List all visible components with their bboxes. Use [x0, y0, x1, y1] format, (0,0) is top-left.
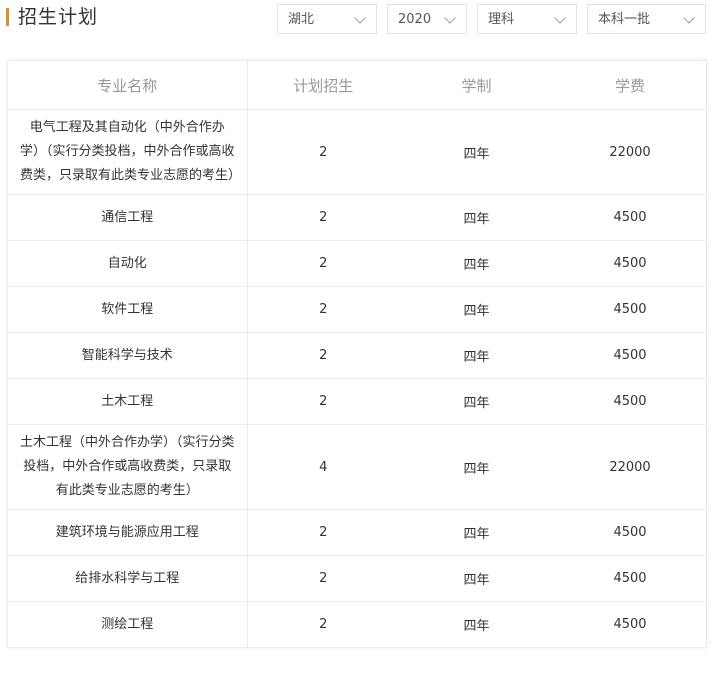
table-row: 软件工程 2 四年 4500	[8, 286, 706, 333]
length-cell: 四年	[399, 240, 554, 287]
table-row: 电气工程及其自动化（中外合作办学）（实行分类投档，中外合作或高收费类，只录取有此…	[8, 109, 706, 195]
enrollment-table: 专业名称 计划招生 学制 学费 电气工程及其自动化（中外合作办学）（实行分类投档…	[7, 60, 707, 648]
plan-cell: 2	[247, 240, 399, 287]
length-cell: 四年	[399, 424, 554, 510]
fee-cell: 4500	[554, 509, 706, 556]
fee-cell: 4500	[613, 617, 647, 632]
length-cell: 四年	[399, 378, 554, 425]
major-cell: 软件工程	[8, 286, 248, 333]
table-row: 给排水科学与工程 2 四年 4500	[8, 555, 706, 602]
plan-cell: 2	[247, 555, 399, 602]
table-row: 土木工程（中外合作办学）（实行分类投档，中外合作或高收费类，只录取有此类专业志愿…	[8, 424, 706, 510]
plan-cell: 2	[247, 509, 399, 556]
length-cell: 四年	[399, 555, 554, 602]
year-select-value: 2020	[398, 12, 432, 27]
table-row: 建筑环境与能源应用工程 2 四年 4500	[8, 509, 706, 556]
major-cell: 通信工程	[8, 194, 248, 241]
fee-cell: 4500	[554, 378, 706, 425]
column-header-major: 专业名称	[8, 61, 248, 110]
table-row: 测绘工程 2 四年 4500	[8, 601, 706, 647]
year-select[interactable]: 2020	[387, 4, 467, 34]
length-cell: 四年	[399, 109, 554, 195]
fee-cell: 22000	[554, 424, 706, 510]
length-cell: 四年	[399, 332, 554, 379]
plan-cell: 2	[247, 332, 399, 379]
major-cell: 测绘工程	[8, 601, 248, 647]
table-row: 土木工程 2 四年 4500	[8, 378, 706, 425]
table-body: 电气工程及其自动化（中外合作办学）（实行分类投档，中外合作或高收费类，只录取有此…	[8, 109, 706, 647]
column-header-length: 学制	[399, 61, 554, 110]
plan-cell: 2	[247, 109, 399, 195]
page-title: 招生计划	[18, 6, 99, 28]
chevron-down-icon	[444, 12, 456, 24]
length-cell: 四年	[399, 194, 554, 241]
batch-select[interactable]: 本科一批	[587, 4, 706, 34]
table-header-row: 专业名称 计划招生 学制 学费	[8, 61, 706, 110]
table-row: 智能科学与技术 2 四年 4500	[8, 332, 706, 379]
fee-cell: 4500	[554, 555, 706, 602]
fee-cell: 22000	[554, 109, 706, 195]
province-select[interactable]: 湖北	[277, 4, 377, 34]
major-cell: 给排水科学与工程	[8, 555, 248, 602]
enrollment-plan-page: 招生计划 湖北 2020 理科 本科一批 专业名称 计划招生 学制 学费 电气工…	[0, 0, 714, 681]
fee-cell: 4500	[554, 332, 706, 379]
chevron-down-icon	[554, 12, 566, 24]
column-header-plan: 计划招生	[247, 61, 399, 110]
plan-cell: 2	[247, 194, 399, 241]
plan-cell: 2	[319, 617, 328, 632]
fee-cell: 4500	[554, 240, 706, 287]
length-cell: 四年	[399, 286, 554, 333]
subject-select-value: 理科	[488, 12, 515, 27]
province-select-value: 湖北	[288, 12, 315, 27]
fee-cell: 4500	[554, 286, 706, 333]
chevron-down-icon	[683, 12, 695, 24]
plan-cell: 4	[247, 424, 399, 510]
major-cell: 土木工程	[8, 378, 248, 425]
major-cell: 建筑环境与能源应用工程	[8, 509, 248, 556]
length-cell: 四年	[399, 509, 554, 556]
column-header-fee: 学费	[554, 61, 706, 110]
major-cell: 自动化	[8, 240, 248, 287]
table-row: 通信工程 2 四年 4500	[8, 194, 706, 241]
major-cell: 电气工程及其自动化（中外合作办学）（实行分类投档，中外合作或高收费类，只录取有此…	[8, 109, 248, 195]
plan-cell: 2	[247, 378, 399, 425]
header: 招生计划 湖北 2020 理科 本科一批	[0, 0, 714, 40]
subject-select[interactable]: 理科	[477, 4, 577, 34]
fee-cell: 4500	[554, 194, 706, 241]
title-accent-bar	[6, 8, 9, 26]
table-row: 自动化 2 四年 4500	[8, 240, 706, 287]
major-cell: 智能科学与技术	[8, 332, 248, 379]
plan-cell: 2	[247, 286, 399, 333]
batch-select-value: 本科一批	[598, 12, 651, 27]
chevron-down-icon	[354, 12, 366, 24]
major-cell: 土木工程（中外合作办学）（实行分类投档，中外合作或高收费类，只录取有此类专业志愿…	[8, 424, 248, 510]
length-cell: 四年	[463, 619, 490, 634]
